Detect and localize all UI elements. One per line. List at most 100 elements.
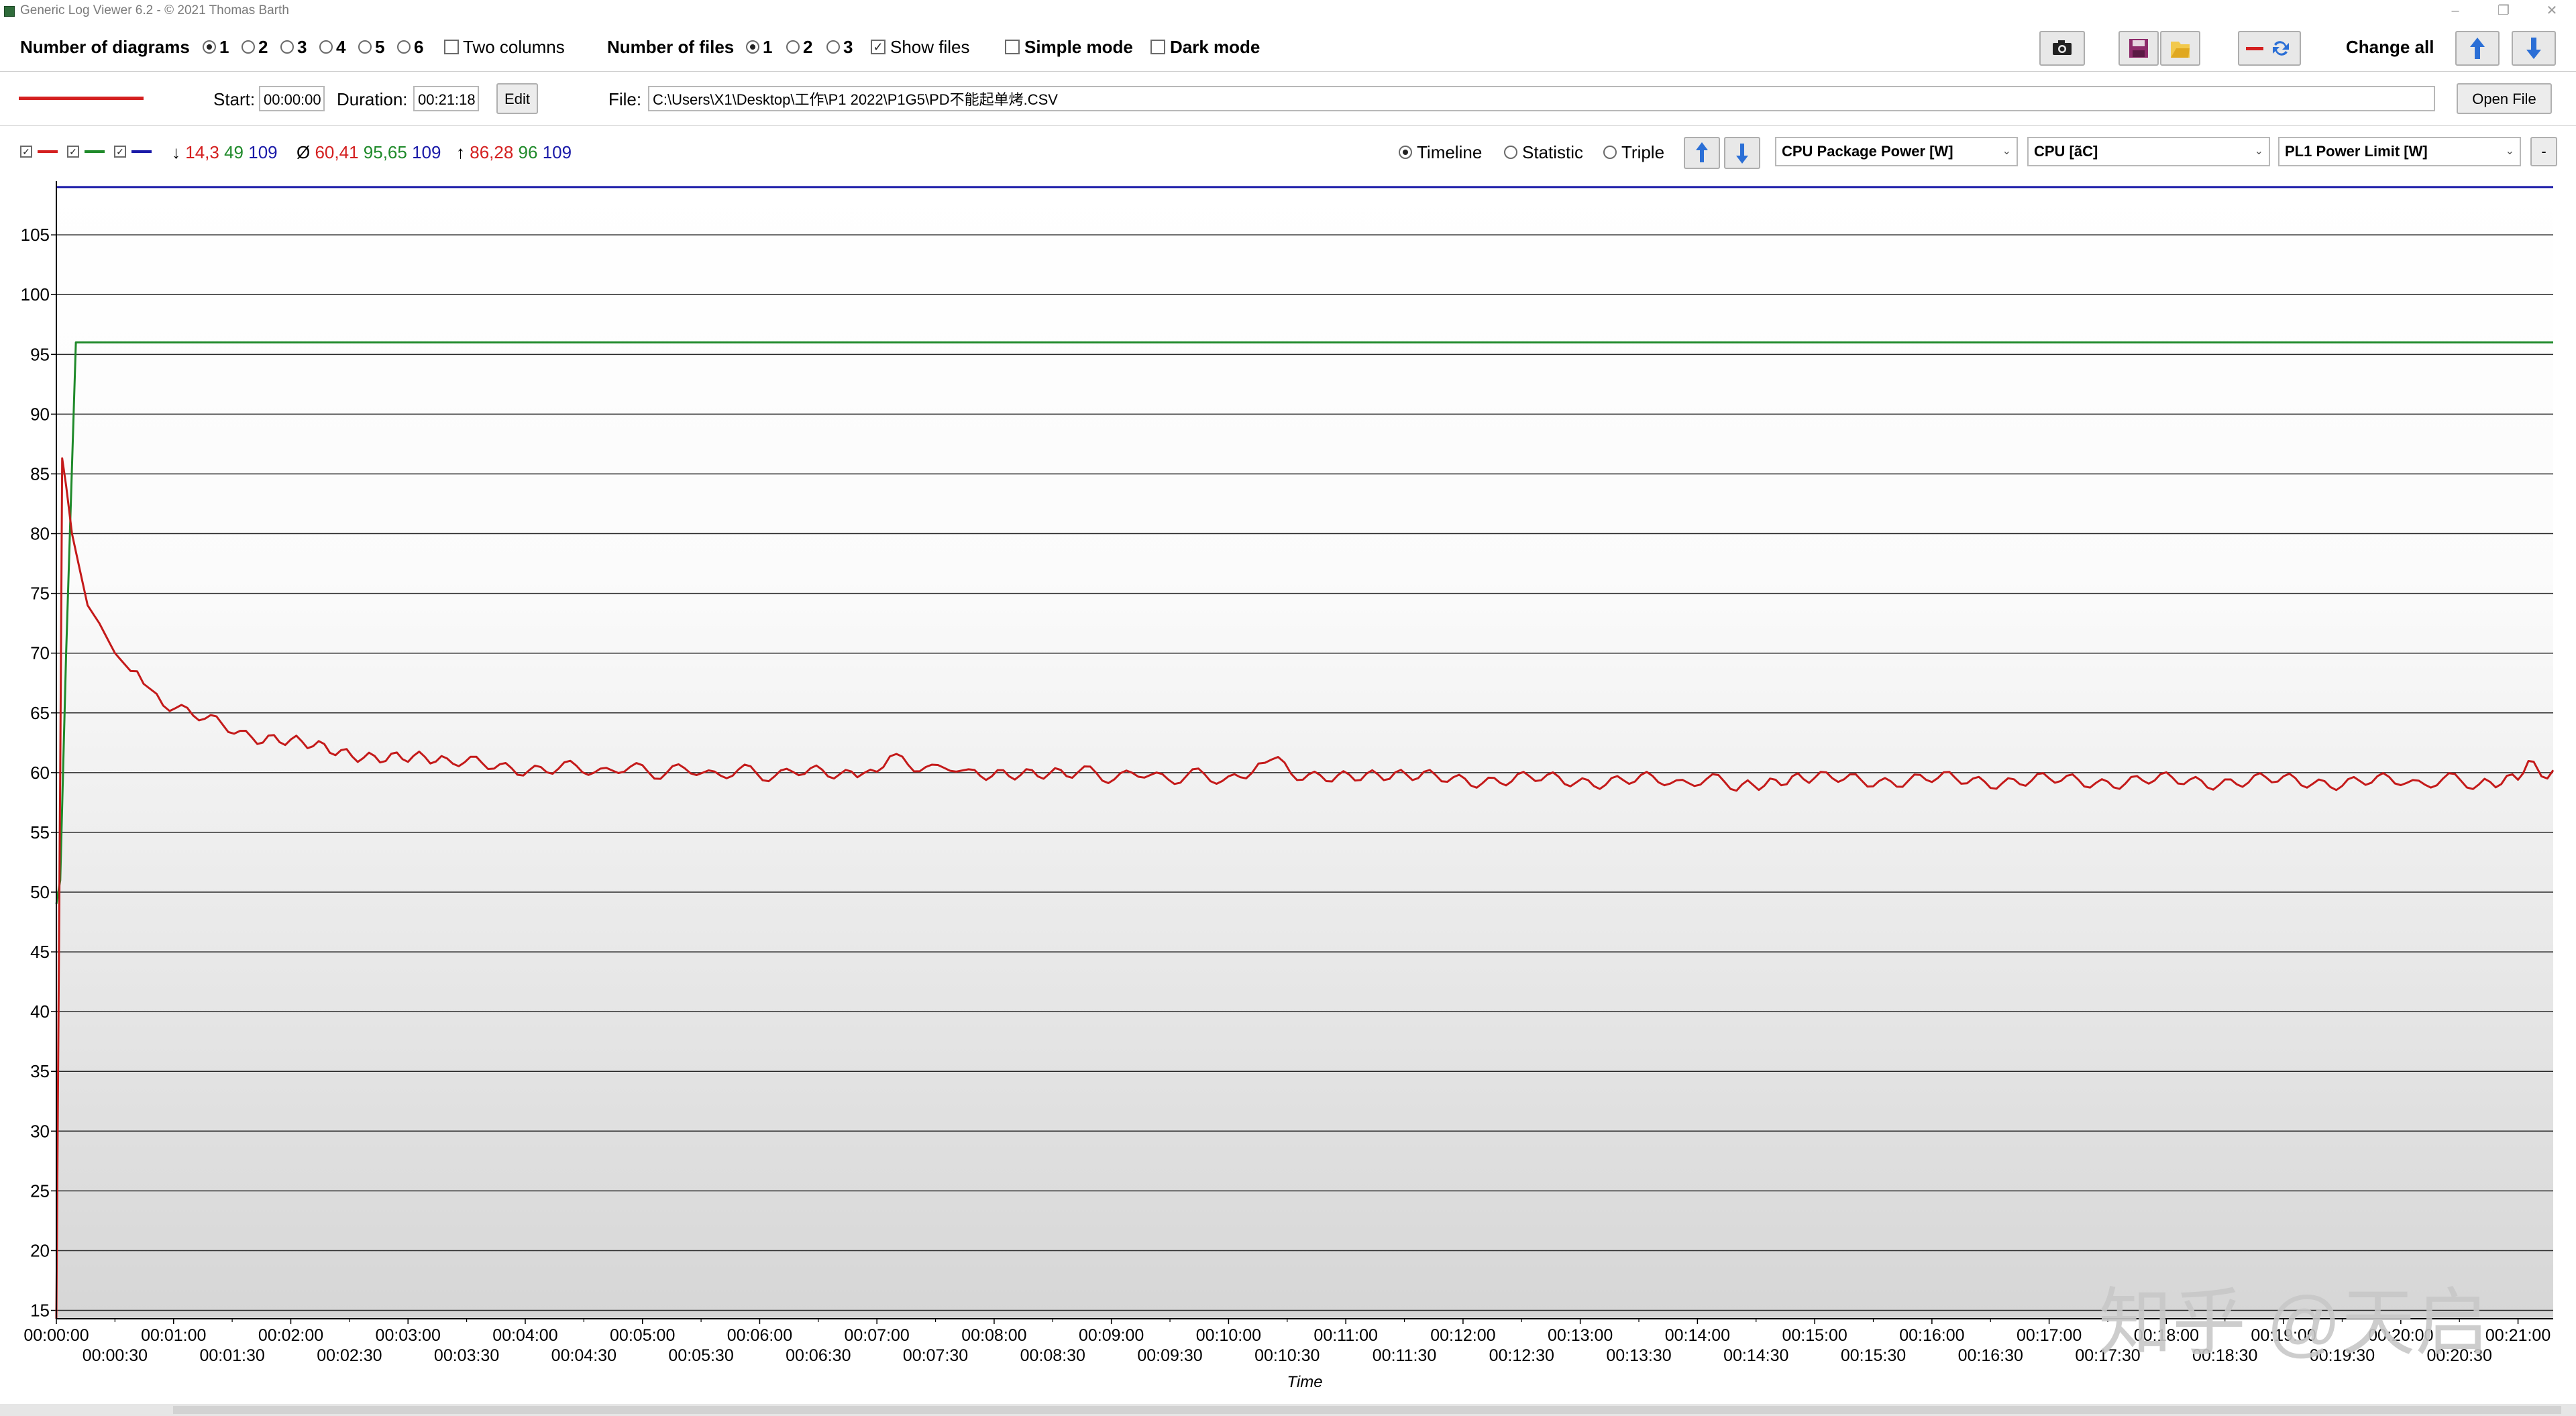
x-tick-label: 00:04:00 bbox=[492, 1326, 557, 1345]
min-symbol: ↓ bbox=[172, 142, 180, 162]
x-tick-label: 00:21:00 bbox=[2485, 1326, 2551, 1345]
x-tick-label-minor: 00:12:30 bbox=[1489, 1346, 1554, 1365]
x-tick-label-minor: 00:05:30 bbox=[668, 1346, 733, 1365]
avg-symbol: Ø bbox=[297, 142, 311, 162]
watermark-text: 知乎 @天启 bbox=[2098, 1282, 2489, 1364]
title-bar: Generic Log Viewer 6.2 - © 2021 Thomas B… bbox=[0, 0, 2576, 23]
file-row: Start: 00:00:00 Duration: 00:21:18 Edit … bbox=[0, 72, 2576, 126]
two-columns-checkbox[interactable] bbox=[444, 40, 459, 54]
mode-triple-label: Triple bbox=[1621, 142, 1665, 162]
diagrams-radio-6[interactable] bbox=[397, 40, 411, 54]
diagrams-option-3: 3 bbox=[297, 37, 307, 57]
x-tick-label: 00:14:00 bbox=[1665, 1326, 1730, 1345]
y-tick-label: 65 bbox=[30, 703, 50, 723]
diagrams-radio-3[interactable] bbox=[280, 40, 294, 54]
diagram-header: ✓ ✓ ✓ ↓ 14,3 49 109 Ø 60,41 95,65 109 ↑ … bbox=[0, 126, 2576, 181]
x-tick-label: 00:09:00 bbox=[1079, 1326, 1144, 1345]
avg-value-3: 109 bbox=[412, 142, 441, 162]
series-2-checkbox[interactable]: ✓ bbox=[67, 146, 79, 158]
start-input[interactable]: 00:00:00 bbox=[259, 86, 325, 111]
x-tick-label: 00:02:00 bbox=[258, 1326, 323, 1345]
change-all-down-button[interactable] bbox=[2512, 31, 2556, 66]
app-icon bbox=[4, 6, 15, 17]
x-tick-label-minor: 00:06:30 bbox=[786, 1346, 851, 1365]
x-tick-label-minor: 00:10:30 bbox=[1254, 1346, 1320, 1365]
diagrams-option-4: 4 bbox=[336, 37, 346, 57]
series-3-swatch bbox=[131, 150, 152, 153]
camera-button[interactable] bbox=[2039, 31, 2085, 66]
y-tick-label: 75 bbox=[30, 584, 50, 604]
x-tick-label-minor: 00:07:30 bbox=[903, 1346, 968, 1365]
diagrams-option-6: 6 bbox=[414, 37, 424, 57]
series-1-dropdown[interactable]: CPU Package Power [W] ⌄ bbox=[1775, 137, 2018, 166]
series-1-dropdown-value: CPU Package Power [W] bbox=[1782, 143, 1953, 160]
file-path-input[interactable]: C:\Users\X1\Desktop\工作\P1 2022\P1G5\PD不能… bbox=[648, 86, 2435, 111]
y-tick-label: 45 bbox=[30, 942, 50, 962]
diagram-up-button[interactable] bbox=[1684, 137, 1720, 169]
diagrams-radio-1[interactable] bbox=[203, 40, 216, 54]
mode-radio-timeline[interactable] bbox=[1399, 146, 1412, 159]
files-option-3: 3 bbox=[843, 37, 853, 57]
avg-value-2: 95,65 bbox=[363, 142, 407, 162]
horizontal-scrollbar[interactable] bbox=[0, 1404, 2576, 1416]
dark-mode-checkbox[interactable] bbox=[1150, 40, 1165, 54]
minimize-button[interactable]: – bbox=[2442, 1, 2469, 20]
x-tick-label: 00:17:00 bbox=[2017, 1326, 2082, 1345]
camera-icon bbox=[2053, 40, 2072, 55]
x-tick-label-minor: 00:15:30 bbox=[1841, 1346, 1906, 1365]
open-file-button[interactable]: Open File bbox=[2457, 83, 2552, 114]
series-2-dropdown[interactable]: CPU [ãC] ⌄ bbox=[2027, 137, 2270, 166]
y-tick-label: 20 bbox=[30, 1240, 50, 1260]
x-axis-title: Time bbox=[1287, 1373, 1322, 1391]
diagrams-radio-5[interactable] bbox=[358, 40, 372, 54]
duration-input[interactable]: 00:21:18 bbox=[413, 86, 479, 111]
series-3-dropdown[interactable]: PL1 Power Limit [W] ⌄ bbox=[2278, 137, 2521, 166]
scrollbar-thumb[interactable] bbox=[173, 1406, 2561, 1414]
series-2-swatch bbox=[85, 150, 105, 153]
min-stats: ↓ 14,3 49 109 bbox=[172, 142, 278, 163]
files-radio-2[interactable] bbox=[786, 40, 800, 54]
open-folder-button[interactable] bbox=[2160, 31, 2200, 66]
y-tick-label: 35 bbox=[30, 1061, 50, 1081]
files-radio-1[interactable] bbox=[746, 40, 759, 54]
restore-button[interactable]: ❐ bbox=[2490, 1, 2517, 20]
show-files-checkbox[interactable]: ✓ bbox=[871, 40, 885, 54]
close-button[interactable]: ✕ bbox=[2538, 1, 2565, 20]
edit-button[interactable]: Edit bbox=[496, 83, 538, 114]
series-1-checkbox[interactable]: ✓ bbox=[20, 146, 32, 158]
x-tick-label-minor: 00:14:30 bbox=[1723, 1346, 1788, 1365]
chevron-down-icon: ⌄ bbox=[2254, 146, 2263, 157]
diagrams-radio-4[interactable] bbox=[319, 40, 333, 54]
x-tick-label: 00:15:00 bbox=[1782, 1326, 1847, 1345]
mode-statistic-label: Statistic bbox=[1522, 142, 1584, 162]
series-3-checkbox[interactable]: ✓ bbox=[114, 146, 126, 158]
series-3-dropdown-value: PL1 Power Limit [W] bbox=[2285, 143, 2428, 160]
series-2-dropdown-value: CPU [ãC] bbox=[2034, 143, 2098, 160]
number-of-files-label: Number of files bbox=[607, 37, 735, 57]
diagrams-radio-2[interactable] bbox=[241, 40, 255, 54]
y-tick-label: 90 bbox=[30, 404, 50, 424]
remove-diagram-button[interactable]: - bbox=[2530, 137, 2557, 166]
plot-area bbox=[56, 181, 2553, 1319]
chevron-down-icon: ⌄ bbox=[2505, 146, 2514, 157]
x-tick-label: 00:08:00 bbox=[961, 1326, 1026, 1345]
number-of-diagrams-label: Number of diagrams bbox=[20, 37, 190, 57]
x-tick-label-minor: 00:03:30 bbox=[434, 1346, 499, 1365]
diagram-down-button[interactable] bbox=[1724, 137, 1760, 169]
swap-lines-button[interactable] bbox=[2238, 31, 2301, 66]
simple-mode-checkbox[interactable] bbox=[1005, 40, 1020, 54]
diagrams-option-1: 1 bbox=[219, 37, 229, 57]
two-columns-label: Two columns bbox=[463, 37, 565, 57]
files-radio-3[interactable] bbox=[826, 40, 840, 54]
x-tick-label: 00:06:00 bbox=[727, 1326, 792, 1345]
save-button[interactable] bbox=[2118, 31, 2159, 66]
x-tick-label: 00:16:00 bbox=[1899, 1326, 1964, 1345]
save-icon bbox=[2129, 39, 2148, 58]
y-tick-label: 25 bbox=[30, 1181, 50, 1201]
mode-radio-statistic[interactable] bbox=[1504, 146, 1517, 159]
change-all-up-button[interactable] bbox=[2455, 31, 2500, 66]
mode-radio-triple[interactable] bbox=[1603, 146, 1617, 159]
min-value-1: 14,3 bbox=[185, 142, 219, 162]
arrow-down-icon bbox=[2526, 38, 2541, 59]
timeline-chart: 15 20 25 30 35 40 45 50 55 60 65 70 75 80 85 90 95 100 105… bbox=[21, 181, 2555, 1391]
